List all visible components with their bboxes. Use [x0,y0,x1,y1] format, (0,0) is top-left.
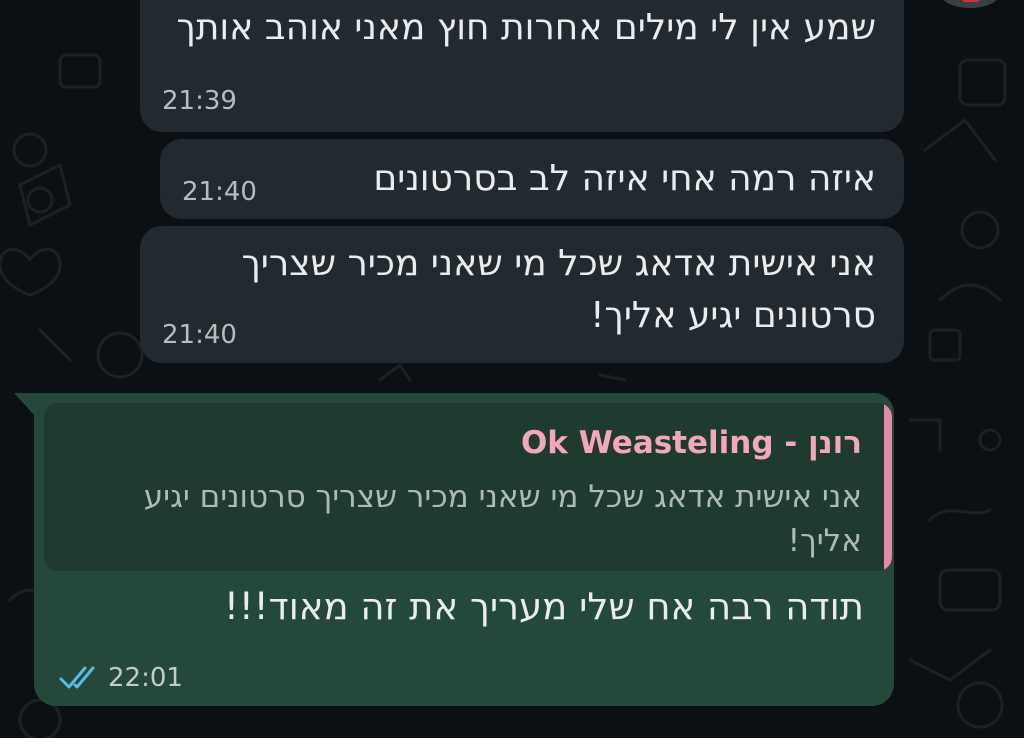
incoming-message[interactable]: אני אישית אדאג שכל מי שאני מכיר שצריך סר… [140,226,904,363]
incoming-message[interactable]: שמע אין לי מילים אחרות חוץ מאני אוהב אות… [140,0,904,132]
quoted-author: רונן - Ok Weasteling [520,425,862,461]
double-check-read-icon [59,666,95,689]
message-meta: 22:01 [58,663,183,693]
message-text: איזה רמה אחי איזה לב בסרטונים [373,158,876,199]
message-text: אני אישית אדאג שכל מי שאני מכיר שצריך סר… [241,243,876,336]
outgoing-bubble-tail [14,393,36,417]
outgoing-message[interactable]: רונן - Ok Weasteling אני אישית אדאג שכל … [34,393,894,706]
quoted-message[interactable]: רונן - Ok Weasteling אני אישית אדאג שכל … [44,403,892,571]
message-text: תודה רבה אח שלי מעריך את זה מאוד!!! [224,585,864,628]
quoted-text: אני אישית אדאג שכל מי שאני מכיר שצריך סר… [143,479,862,559]
message-text: שמע אין לי מילים אחרות חוץ מאני אוהב אות… [176,7,876,48]
message-time: 21:40 [162,320,237,350]
incoming-message[interactable]: איזה רמה אחי איזה לב בסרטונים 21:40 [160,139,904,219]
chat-area[interactable]: שמע אין לי מילים אחרות חוץ מאני אוהב אות… [0,0,1024,738]
message-time: 21:40 [182,177,257,207]
message-time: 22:01 [108,663,183,693]
message-time: 21:39 [162,86,237,116]
quote-accent-bar [884,403,892,571]
